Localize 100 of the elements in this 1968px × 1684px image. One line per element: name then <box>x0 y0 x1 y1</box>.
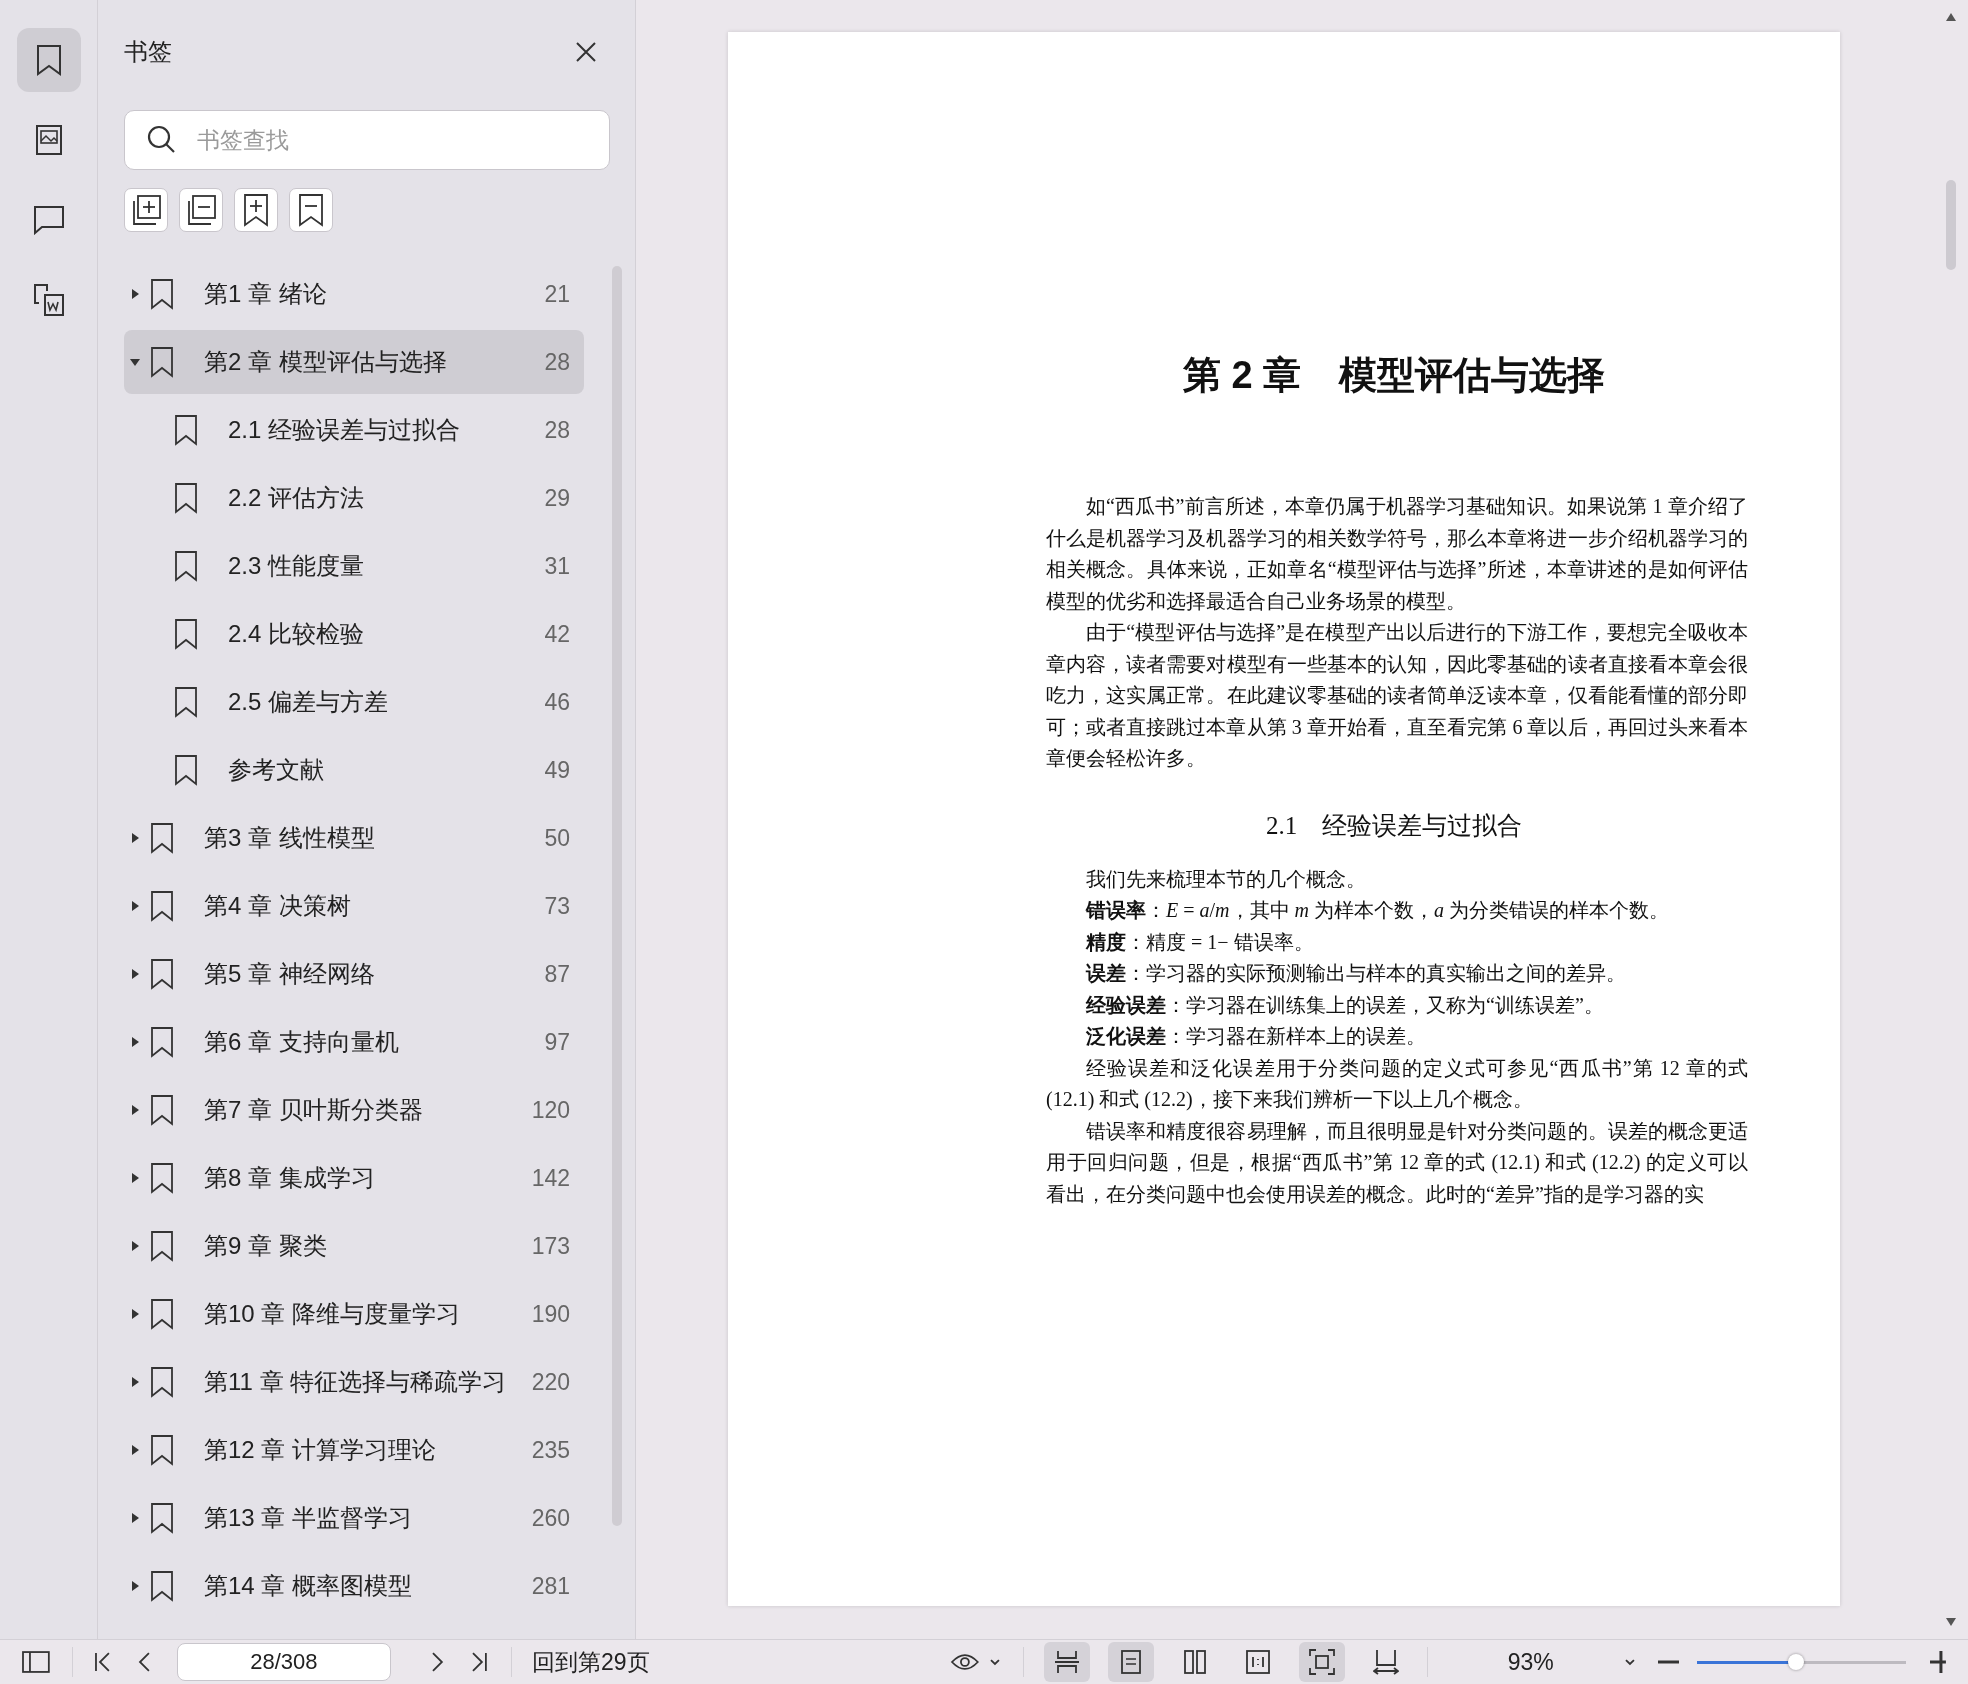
disclosure-triangle-icon[interactable] <box>129 1512 141 1524</box>
bookmark-item[interactable]: 2.5 偏差与方差 46 <box>124 670 584 734</box>
page-number: 87 <box>544 960 570 988</box>
bookmark-item[interactable]: 第2 章 模型评估与选择 28 <box>124 330 584 394</box>
remove-bookmark-button[interactable] <box>289 188 333 232</box>
caret-icon[interactable] <box>1623 1657 1636 1667</box>
paragraph: 误差：学习器的实际预测输出与样本的真实输出之间的差异。 <box>1084 961 1627 986</box>
page-number: 281 <box>531 1572 570 1600</box>
bookmark-icon <box>150 890 174 922</box>
disclosure-triangle-icon[interactable] <box>129 1444 141 1456</box>
bookmark-item[interactable]: 第10 章 降维与度量学习 190 <box>124 1282 584 1346</box>
disclosure-triangle-icon[interactable] <box>129 968 141 980</box>
sidebar-toggle-icon[interactable] <box>22 1651 50 1673</box>
paragraph: 泛化误差：学习器在新样本上的误差。 <box>1085 1024 1427 1049</box>
zoom-in-icon[interactable] <box>1930 1651 1947 1673</box>
page-number: 46 <box>544 688 570 716</box>
page-number: 28 <box>544 416 570 444</box>
bookmark-title: 第14 章 概率图模型 <box>204 1571 414 1601</box>
add-bookmark-button[interactable] <box>234 188 278 232</box>
bookmark-icon <box>174 686 198 718</box>
disclosure-triangle-icon[interactable] <box>129 900 141 912</box>
bookmark-item[interactable]: 2.1 经验误差与过拟合 28 <box>124 398 584 462</box>
bookmark-item[interactable]: 第5 章 神经网络 87 <box>124 942 584 1006</box>
bookmark-item[interactable]: 第13 章 半监督学习 260 <box>124 1486 584 1550</box>
bookmark-icon <box>174 618 198 650</box>
bookmark-item[interactable]: 第3 章 线性模型 50 <box>124 806 584 870</box>
zoom-out-icon[interactable] <box>1657 1660 1680 1664</box>
speech-bubble-icon <box>32 205 65 235</box>
bookmark-title: 2.1 经验误差与过拟合 <box>228 415 462 445</box>
bookmark-icon <box>174 414 198 446</box>
bookmark-title: 第3 章 线性模型 <box>204 823 376 853</box>
page-number: 120 <box>531 1096 570 1124</box>
bookmark-item[interactable]: 第12 章 计算学习理论 235 <box>124 1418 584 1482</box>
bookmark-item[interactable]: 第8 章 集成学习 142 <box>124 1146 584 1210</box>
disclosure-triangle-icon[interactable] <box>129 356 141 368</box>
bookmark-item[interactable]: 2.4 比较检验 42 <box>124 602 584 666</box>
search-field[interactable]: 书签查找 <box>124 110 610 170</box>
disclosure-triangle-icon[interactable] <box>129 1036 141 1048</box>
page-number: 21 <box>544 280 570 308</box>
bookmark-title: 参考文献 <box>228 755 325 785</box>
zoom-slider[interactable] <box>1697 1653 1907 1671</box>
bookmark-item[interactable]: 第4 章 决策树 73 <box>124 874 584 938</box>
slider-thumb[interactable] <box>1787 1654 1804 1670</box>
bookmark-title: 第9 章 聚类 <box>204 1231 328 1261</box>
disclosure-triangle-icon[interactable] <box>129 1308 141 1320</box>
scroll-down-icon[interactable] <box>1945 1617 1957 1627</box>
paragraph: 经验误差和泛化误差用于分类问题的定义式可参见“西瓜书”第 12 章的式 (12.1) 和式 (12.2)，接下来我们辨析一下以上几个概念。 <box>1046 1055 1748 1113</box>
paragraph: 我们先来梳理本节的几个概念。 <box>1085 866 1367 892</box>
disclosure-triangle-icon[interactable] <box>129 1172 141 1184</box>
bookmark-title: 2.4 比较检验 <box>228 619 366 649</box>
bookmark-item[interactable]: 第9 章 聚类 173 <box>124 1214 584 1278</box>
fit-page-button[interactable] <box>1299 1642 1345 1682</box>
paragraph: 如“西瓜书”前言所述，本章仍属于机器学习基础知识。如果说第 1 章介绍了什么是机器学习及机器学习的相关数学符号，那么本章将进一步介绍机器学习的相关概念。具体来说，正如章名“模型评估与选择”所述，本章讲述的是如何评估模型的优劣和选择最适合自己业务场景的模型。 <box>1046 494 1748 614</box>
paragraph: 精度：精度 = 1− 错误率。 <box>1084 929 1315 955</box>
disclosure-triangle-icon[interactable] <box>129 832 141 844</box>
bookmark-item[interactable]: 第14 章 概率图模型 281 <box>124 1554 584 1618</box>
paragraph: 错误率和精度很容易理解，而且很明显是针对分类问题的。误差的概念更适用于回归问题，但是，根据“西瓜书”第 12 章的式 (12.1) 和式 (12.2) 的定义可以看出，在分类问题中也会使用误差的概念。此时的“差异”指的是学习器的实 <box>1046 1118 1748 1207</box>
disclosure-triangle-icon[interactable] <box>129 1580 141 1592</box>
disclosure-triangle-icon[interactable] <box>129 1240 141 1252</box>
page-number: 260 <box>531 1504 570 1532</box>
caret-icon[interactable] <box>989 1657 1002 1667</box>
actual-size-icon <box>1246 1650 1271 1674</box>
bookmark-item[interactable]: 参考文献 49 <box>124 738 584 802</box>
eye-icon[interactable] <box>949 1652 980 1672</box>
bookmark-item[interactable]: 第6 章 支持向量机 97 <box>124 1010 584 1074</box>
zoom-value[interactable]: 93% <box>1507 1648 1554 1676</box>
bookmark-icon <box>150 278 174 310</box>
bookmark-icon <box>150 1094 174 1126</box>
bookmark-item[interactable]: 第7 章 贝叶斯分类器 120 <box>124 1078 584 1142</box>
bookmark-title: 第5 章 神经网络 <box>204 959 376 989</box>
page-number: 142 <box>531 1164 570 1192</box>
scrollbar-thumb[interactable] <box>1946 180 1956 270</box>
page-number: 42 <box>544 620 570 648</box>
section-heading: 2.1 经验误差与过拟合 <box>1264 810 1524 841</box>
bookmark-item[interactable]: 第11 章 特征选择与稀疏学习 220 <box>124 1350 584 1414</box>
bookmark-title: 2.3 性能度量 <box>228 551 366 581</box>
bookmark-icon <box>150 1026 174 1058</box>
bookmark-icon <box>150 1502 174 1534</box>
continuous-scroll-button[interactable] <box>1044 1642 1091 1682</box>
disclosure-triangle-icon[interactable] <box>129 1376 141 1388</box>
close-icon[interactable] <box>575 41 597 63</box>
single-page-button[interactable] <box>1108 1642 1154 1682</box>
disclosure-triangle-icon[interactable] <box>129 1104 141 1116</box>
fit-width-icon <box>1054 1650 1081 1674</box>
bookmark-item[interactable]: 2.3 性能度量 31 <box>124 534 584 598</box>
bookmark-tab[interactable] <box>16 28 81 92</box>
scroll-up-icon[interactable] <box>1945 12 1957 22</box>
expand-all-button[interactable] <box>124 188 168 232</box>
two-page-icon <box>1182 1650 1207 1674</box>
collapse-all-button[interactable] <box>179 188 223 232</box>
disclosure-triangle-icon[interactable] <box>129 288 141 300</box>
page-number: 235 <box>531 1436 570 1464</box>
bookmark-item[interactable]: 第1 章 绪论 21 <box>124 262 584 326</box>
bookmark-item[interactable]: 2.2 评估方法 29 <box>124 466 584 530</box>
bookmark-icon <box>174 482 198 514</box>
bookmark-title: 第13 章 半监督学习 <box>204 1503 414 1533</box>
bookmark-icon <box>150 822 174 854</box>
page-number: 97 <box>544 1028 570 1056</box>
back-link[interactable]: 回到第29页 <box>532 1646 650 1678</box>
page-number-field[interactable]: 28/308 <box>176 1643 392 1681</box>
